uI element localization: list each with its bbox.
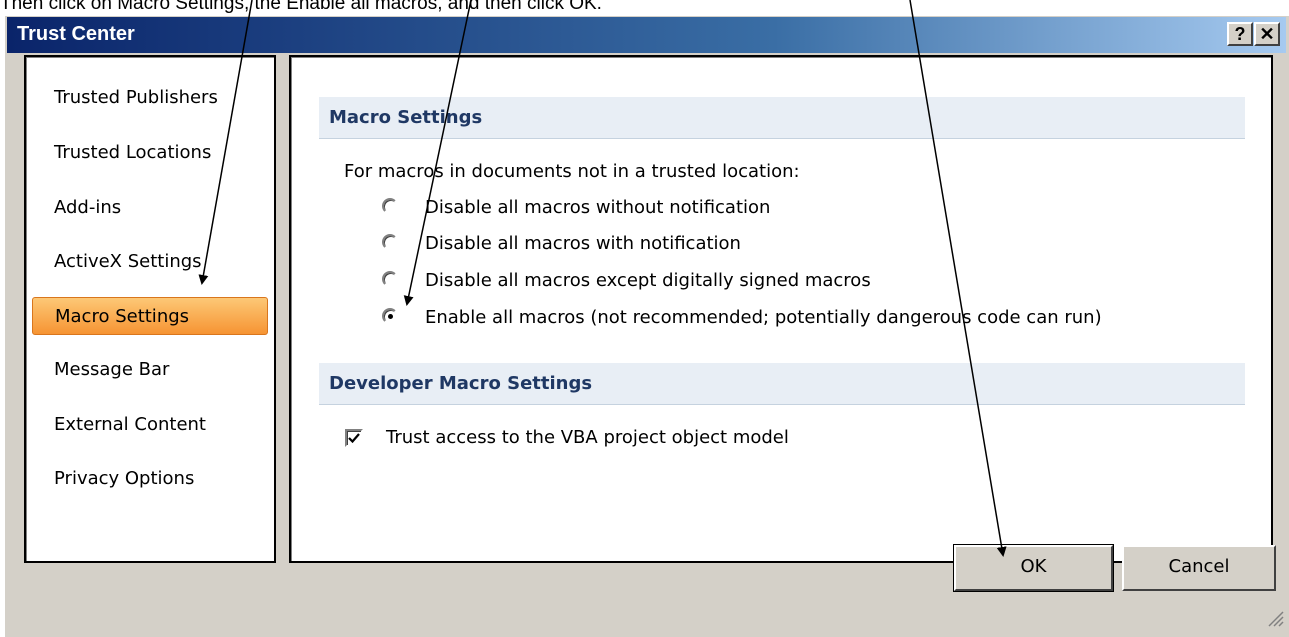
radio-button-icon[interactable] [382, 198, 398, 214]
help-button[interactable]: ? [1227, 22, 1253, 46]
macro-settings-header: Macro Settings [319, 97, 1245, 139]
settings-panel: Macro Settings For macros in documents n… [289, 55, 1273, 563]
vba-checkbox-label: Trust access to the VBA project object m… [386, 427, 789, 448]
title-bar: Trust Center ? ✕ [7, 17, 1286, 53]
checkmark-icon [348, 433, 360, 444]
nav-item-trusted-locations[interactable]: Trusted Locations [32, 134, 268, 172]
vba-checkbox[interactable] [345, 429, 363, 447]
nav-item-add-ins[interactable]: Add-ins [32, 189, 268, 227]
close-button[interactable]: ✕ [1254, 22, 1280, 46]
macro-intro-text: For macros in documents not in a trusted… [344, 161, 800, 182]
instruction-text: Then click on Macro Settings, the Enable… [0, 0, 602, 14]
nav-item-macro-settings[interactable]: Macro Settings [32, 297, 268, 335]
ok-button[interactable]: OK [953, 544, 1114, 592]
radio-label: Enable all macros (not recommended; pote… [425, 307, 1102, 328]
developer-settings-header: Developer Macro Settings [319, 363, 1245, 405]
resize-grip-icon[interactable] [1265, 608, 1285, 628]
radio-label: Disable all macros with notification [425, 233, 741, 254]
radio-label: Disable all macros except digitally sign… [425, 270, 871, 291]
nav-item-activex-settings[interactable]: ActiveX Settings [32, 243, 268, 281]
window-title: Trust Center [17, 23, 135, 45]
cancel-button[interactable]: Cancel [1122, 545, 1276, 591]
nav-item-trusted-publishers[interactable]: Trusted Publishers [32, 79, 268, 117]
nav-item-privacy-options[interactable]: Privacy Options [32, 460, 268, 498]
category-list: Trusted Publishers Trusted Locations Add… [24, 55, 276, 563]
radio-button-icon[interactable] [382, 271, 398, 287]
nav-item-external-content[interactable]: External Content [32, 406, 268, 444]
radio-label: Disable all macros without notification [425, 197, 771, 218]
radio-button-icon[interactable] [382, 234, 398, 250]
nav-item-message-bar[interactable]: Message Bar [32, 351, 268, 389]
radio-button-selected-icon[interactable] [382, 308, 398, 324]
